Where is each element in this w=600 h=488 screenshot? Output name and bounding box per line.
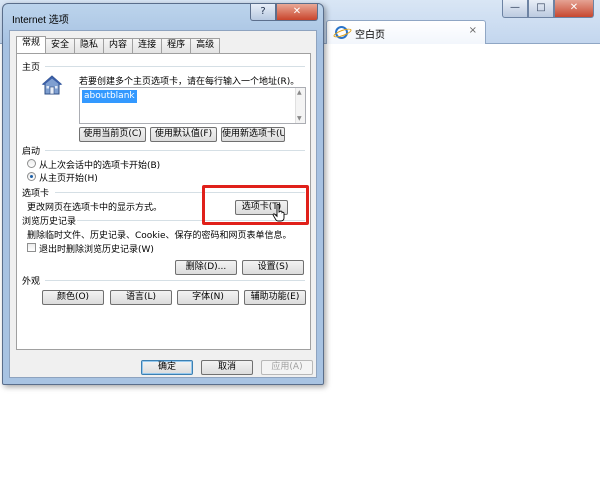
ie-icon [335, 26, 348, 39]
fonts-button[interactable]: 字体(N) [177, 290, 239, 305]
apply-button[interactable]: 应用(A) [261, 360, 313, 375]
history-settings-button[interactable]: 设置(S) [242, 260, 304, 275]
radio-last-session[interactable] [27, 159, 36, 168]
accessibility-button[interactable]: 辅助功能(E) [244, 290, 306, 305]
use-current-button[interactable]: 使用当前页(C) [79, 127, 146, 142]
tab-content[interactable]: 内容 [103, 38, 134, 53]
cancel-button[interactable]: 取消 [201, 360, 253, 375]
tabs-description: 更改网页在选项卡中的显示方式。 [27, 203, 163, 213]
scroll-up-icon[interactable]: ▲ [297, 89, 302, 96]
browser-close-button[interactable]: ✕ [554, 0, 594, 18]
tab-strip: 常规 安全 隐私 内容 连接 程序 高级 [16, 36, 221, 53]
tab-general[interactable]: 常规 [16, 36, 47, 53]
house-icon [41, 75, 63, 95]
home-page-url-text: aboutblank [82, 90, 137, 103]
tab-privacy[interactable]: 隐私 [74, 38, 105, 53]
browser-window-controls: — □ ✕ [502, 0, 594, 18]
home-page-scrollbar[interactable]: ▲ ▼ [295, 88, 305, 123]
dialog-window-controls: ? ✕ [250, 4, 318, 21]
tab-connections[interactable]: 连接 [132, 38, 163, 53]
delete-on-exit-label: 退出时删除浏览历史记录(W) [39, 245, 154, 255]
radio-last-session-label: 从上次会话中的选项卡开始(B) [39, 161, 161, 171]
tab-programs[interactable]: 程序 [161, 38, 192, 53]
home-page-divider [45, 66, 305, 67]
hand-cursor-icon [272, 204, 285, 222]
browser-tab-blank[interactable]: 空白页 × [326, 20, 486, 44]
colors-button[interactable]: 颜色(O) [42, 290, 104, 305]
dialog-title: Internet 选项 [12, 15, 69, 26]
tab-close-icon[interactable]: × [469, 25, 477, 36]
delete-on-exit-checkbox[interactable] [27, 243, 36, 252]
startup-group-label: 启动 [22, 147, 41, 157]
history-description: 删除临时文件、历史记录、Cookie、保存的密码和网页表单信息。 [27, 231, 292, 241]
scroll-down-icon[interactable]: ▼ [297, 115, 302, 122]
appearance-divider [45, 280, 305, 281]
ok-button[interactable]: 确定 [141, 360, 193, 375]
delete-history-button[interactable]: 删除(D)... [175, 260, 237, 275]
history-group-label: 浏览历史记录 [22, 217, 77, 227]
browser-minimize-button[interactable]: — [502, 0, 528, 18]
help-button[interactable]: ? [250, 4, 276, 21]
appearance-group-label: 外观 [22, 277, 41, 287]
home-page-instruction: 若要创建多个主页选项卡，请在每行输入一个地址(R)。 [79, 77, 300, 87]
radio-home-page-label: 从主页开始(H) [39, 174, 98, 184]
tabs-group-label: 选项卡 [22, 189, 50, 199]
browser-tab-title: 空白页 [355, 30, 385, 41]
highlight-annotation [202, 185, 309, 225]
use-new-tab-button[interactable]: 使用新选项卡(U) [221, 127, 285, 142]
home-page-input[interactable]: aboutblank ▲ ▼ [79, 87, 306, 124]
languages-button[interactable]: 语言(L) [110, 290, 172, 305]
startup-divider [45, 150, 305, 151]
dialog-close-button[interactable]: ✕ [276, 4, 318, 21]
tab-advanced[interactable]: 高级 [190, 38, 221, 53]
use-default-button[interactable]: 使用默认值(F) [150, 127, 217, 142]
home-page-group-label: 主页 [22, 63, 41, 73]
radio-home-page[interactable] [27, 172, 36, 181]
tab-security[interactable]: 安全 [45, 38, 76, 53]
browser-maximize-button[interactable]: □ [528, 0, 554, 18]
